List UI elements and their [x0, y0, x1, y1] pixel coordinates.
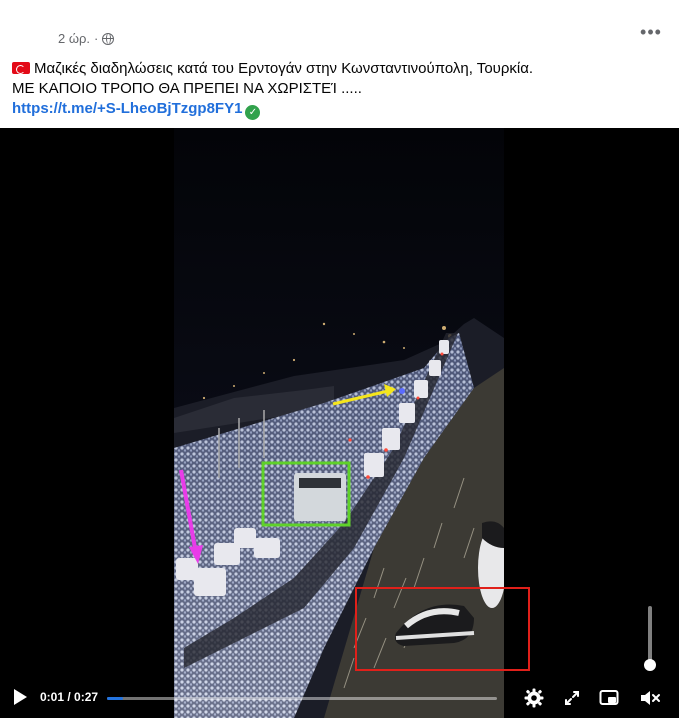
picture-in-picture-icon [599, 690, 619, 705]
post-link[interactable]: https://t.me/+S-LheoBjTzgp8FY1 [12, 100, 242, 117]
more-horizontal-icon: ••• [640, 21, 662, 42]
annotation-overlay [179, 384, 530, 671]
video-player[interactable]: 0:01 / 0:27 [0, 128, 679, 718]
mute-button[interactable] [638, 686, 662, 710]
video-progress-fill [107, 697, 123, 700]
volume-slider[interactable] [648, 606, 652, 666]
turkey-flag-icon [12, 62, 30, 74]
video-progress-bar[interactable] [107, 697, 497, 700]
fullscreen-icon [565, 691, 579, 705]
play-icon[interactable] [14, 689, 27, 705]
mute-icon [641, 691, 660, 705]
red-highlight-box [355, 587, 530, 671]
globe-icon [102, 32, 115, 45]
post-time[interactable]: 2 ώρ. [58, 31, 90, 46]
yellow-arrow [332, 384, 396, 406]
check-circle-icon: ✓ [245, 105, 261, 120]
volume-slider-handle[interactable] [644, 659, 656, 671]
video-controls: 0:01 / 0:27 [0, 678, 679, 718]
magenta-arrow [179, 469, 203, 564]
fullscreen-button[interactable] [560, 686, 584, 710]
post-text: Μαζικές διαδηλώσεις κατά του Ερντογάν στ… [12, 59, 667, 120]
more-options-button[interactable]: ••• [633, 14, 669, 50]
video-time: 0:01 / 0:27 [40, 690, 99, 704]
post-text-line-1: Μαζικές διαδηλώσεις κατά του Ερντογάν στ… [12, 59, 667, 79]
settings-button[interactable] [522, 686, 546, 710]
post-header: 2 ώρ. · ••• [0, 0, 679, 54]
post-meta: 2 ώρ. · [58, 31, 115, 46]
gear-icon [524, 688, 544, 708]
picture-in-picture-button[interactable] [597, 686, 621, 710]
post-text-line-2: ΜΕ ΚΑΠΟΙΟ ΤΡΟΠΟ ΘΑ ΠΡΕΠΕΙ ΝΑ ΧΩΡΙΣΤΕΊ ..… [12, 80, 362, 97]
post-link-row: https://t.me/+S-LheoBjTzgp8FY1 ✓ [12, 99, 667, 120]
green-highlight-box [261, 461, 351, 527]
